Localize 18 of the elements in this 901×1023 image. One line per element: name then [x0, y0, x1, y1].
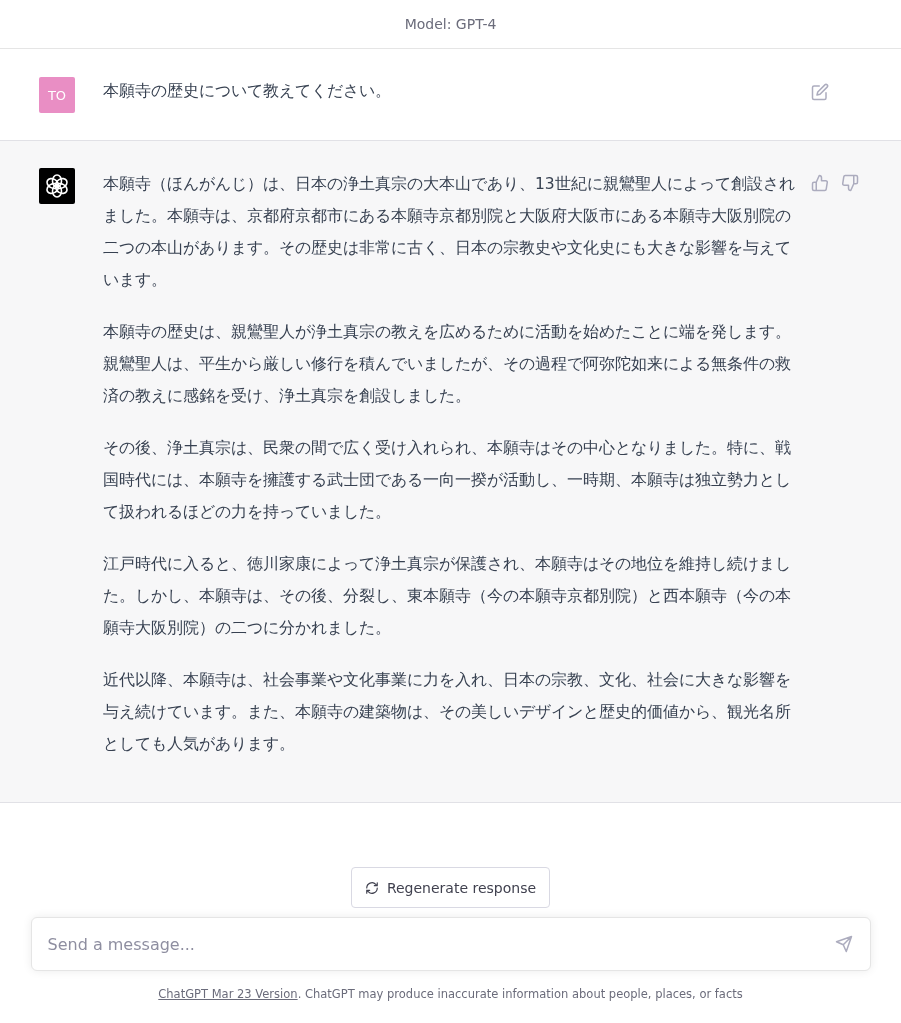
knot-icon — [39, 168, 75, 204]
version-link[interactable]: ChatGPT Mar 23 Version — [158, 987, 298, 1001]
regenerate-button[interactable]: Regenerate response — [350, 867, 551, 908]
message-text: 本願寺の歴史について教えてください。 — [103, 81, 392, 102]
model-title: Model: GPT-4 — [404, 16, 497, 32]
refresh-icon — [364, 880, 379, 895]
message-paragraph: 本願寺の歴史は、親鸞聖人が浄土真宗の教えを広めるために活動を始めたことに端を発します。親鸞聖人は、平生から厳しい修行を積んでいましたが、その過程で阿弥陀如来による無条件の救済の教えに感銘を受け、浄土真宗を創設しました。 — [103, 322, 792, 407]
user-avatar: TO — [39, 77, 75, 113]
message-input[interactable]: Send a message... — [30, 917, 871, 971]
footer-disclaimer: ChatGPT Mar 23 Version. ChatGPT may produce inaccurate information about people, places, or facts — [158, 987, 743, 1001]
thumbs-up-icon[interactable] — [811, 174, 829, 192]
thumbs-down-icon[interactable] — [841, 174, 859, 192]
send-icon[interactable] — [834, 935, 853, 953]
message-paragraph: 江戸時代に入ると、徳川家康によって浄土真宗が保護され、本願寺はその地位を維持し続けました。しかし、本願寺は、その後、分裂し、東本願寺（今の本願寺京都別院）と西本願寺（今の本願寺大阪別院）の二つに分かれました。 — [103, 554, 792, 639]
message-paragraph: 本願寺（ほんがんじ）は、日本の浄土真宗の大本山であり、13世紀に親鸞聖人によって創設されました。本願寺は、京都府京都市にある本願寺京都別院と大阪府大阪市にある本願寺大阪別院の二つの本山があります。その歴史は非常に古く、日本の宗教史や文化史にも大きな影響を与えています。 — [103, 174, 796, 291]
message-paragraph: 近代以降、本願寺は、社会事業や文化事業に力を入れ、日本の宗教、文化、社会に大きな影響を与え続けています。また、本願寺の建築物は、その美しいデザインと歴史的価値から、観光名所としても人気があります。 — [103, 670, 792, 755]
edit-icon[interactable] — [811, 83, 829, 101]
message-paragraph: その後、浄土真宗は、民衆の間で広く受け入れられ、本願寺はその中心となりました。特に、戦国時代には、本願寺を擁護する武士団である一向一揆が活動し、一時期、本願寺は独立勢力として扱われるほどの力を持っていました。 — [103, 438, 792, 523]
